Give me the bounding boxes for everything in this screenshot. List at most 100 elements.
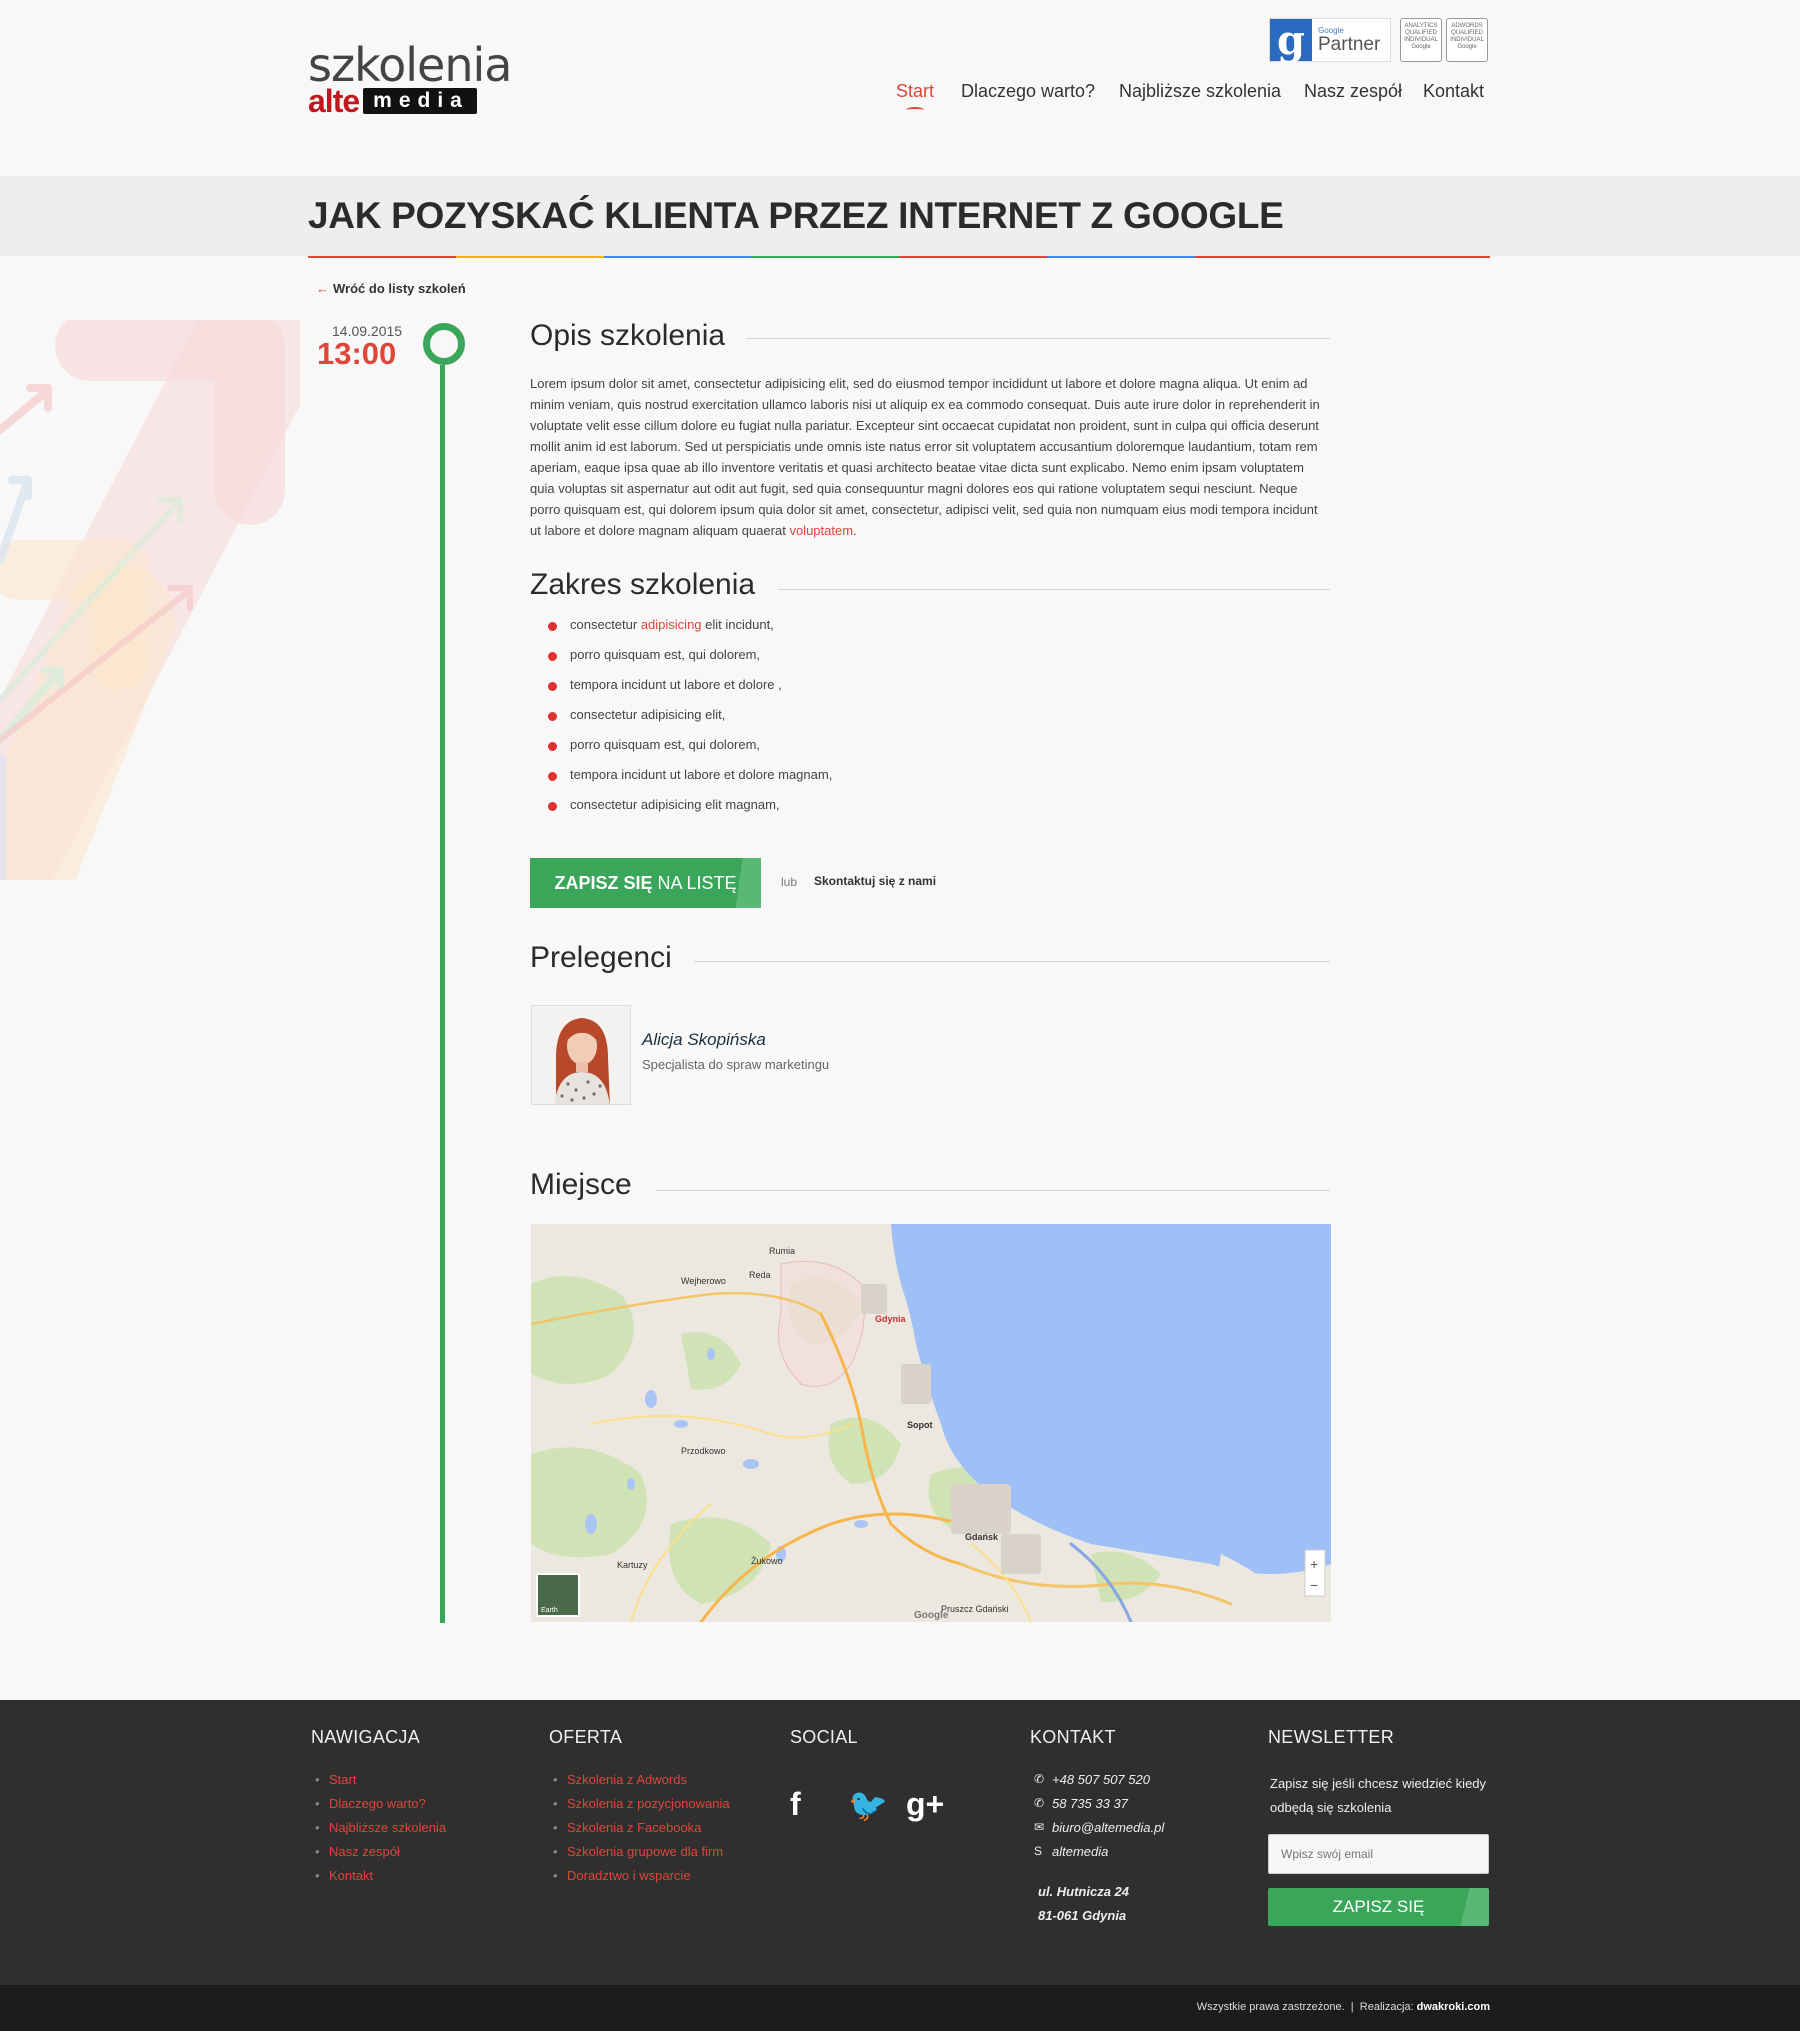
signup-button[interactable]: ZAPISZ SIĘ NA LISTĘ: [530, 858, 761, 908]
scope-item-text: consectetur: [570, 617, 641, 632]
footer-offer-link[interactable]: Szkolenia z Facebooka: [549, 1820, 730, 1844]
timeline-circle: [423, 323, 465, 365]
address-line-2: 81-061 Gdynia: [1038, 1908, 1127, 1923]
footer-contact-text: altemedia: [1052, 1844, 1109, 1859]
map-earth-label: Earth: [541, 1607, 558, 1614]
analytics-qualified-badge[interactable]: ANALYTICS QUALIFIED INDIVIDUAL Google: [1400, 18, 1442, 62]
footer-nav-link[interactable]: Nasz zespół: [311, 1844, 446, 1868]
footer-nav-link[interactable]: Kontakt: [311, 1868, 446, 1892]
footer-offer-column: OFERTA Szkolenia z AdwordsSzkolenia z po…: [549, 1727, 730, 1892]
address-line-1: ul. Hutnicza 24: [1038, 1884, 1130, 1899]
signup-button-rest: NA LISTĘ: [652, 873, 737, 893]
scope-item: tempora incidunt ut labore et dolore ,: [548, 674, 832, 704]
map-label-przodkowo: Przodkowo: [681, 1446, 726, 1456]
phone-icon: ✆: [1034, 1772, 1045, 1786]
map-zoom-out: −: [1310, 1577, 1318, 1593]
footer-offer-link[interactable]: Doradztwo i wsparcie: [549, 1868, 730, 1892]
twitter-icon[interactable]: 🐦: [848, 1786, 888, 1824]
page-title: JAK POZYSKAĆ KLIENTA PRZEZ INTERNET Z GO…: [308, 195, 1284, 236]
footer-offer-link[interactable]: Szkolenia z pozycjonowania: [549, 1796, 730, 1820]
section-divider: [778, 589, 1330, 590]
nav-dlaczego-warto[interactable]: Dlaczego warto?: [961, 81, 1095, 102]
footer-nav-list: StartDlaczego warto?Najbliższe szkolenia…: [311, 1772, 446, 1892]
footer-contact-item[interactable]: ✆ +48 507 507 520: [1030, 1772, 1164, 1796]
back-link-label: Wróć do listy szkoleń: [333, 281, 466, 296]
footer-offer-link[interactable]: Szkolenia z Adwords: [549, 1772, 730, 1796]
partner-badge-big: Partner: [1318, 33, 1381, 55]
description-end: .: [853, 523, 857, 538]
arrow-left-icon: ←: [316, 281, 329, 296]
newsletter-submit-button[interactable]: ZAPISZ SIĘ: [1268, 1888, 1489, 1926]
footer-nav-link[interactable]: Dlaczego warto?: [311, 1796, 446, 1820]
color-segment: [603, 256, 752, 258]
map-label-pruszcz: Pruszcz Gdański: [941, 1604, 1009, 1614]
footer-contact-item[interactable]: ✆ 58 735 33 37: [1030, 1796, 1164, 1820]
newsletter-description: Zapisz się jeśli chcesz wiedzieć kiedy o…: [1270, 1776, 1487, 1815]
facebook-icon[interactable]: f: [790, 1786, 818, 1824]
map-google-logo: Google: [914, 1610, 949, 1621]
copyright: Wszystkie prawa zastrzeżone. | Realizacj…: [1197, 2001, 1490, 2013]
footer-contact-item[interactable]: ✉ biuro@altemedia.pl: [1030, 1820, 1164, 1844]
separator: |: [1350, 2001, 1354, 2013]
footer-nav-link[interactable]: Start: [311, 1772, 446, 1796]
map-label-reda: Reda: [749, 1270, 771, 1280]
footer-contact-item[interactable]: Saltemedia: [1030, 1844, 1164, 1868]
event-time: 13:00: [317, 336, 397, 371]
section-divider: [656, 1190, 1330, 1191]
title-color-line: [308, 256, 1490, 258]
speaker-photo[interactable]: [531, 1005, 631, 1105]
map-label-gdynia: Gdynia: [875, 1314, 907, 1324]
adwords-qualified-badge[interactable]: ADWORDS QUALIFIED INDIVIDUAL Google: [1446, 18, 1488, 62]
or-label: lub: [781, 875, 798, 889]
map-label-zukowo: Żukowo: [751, 1556, 783, 1566]
map-canvas: Gdynia Sopot Gdańsk Rumia Reda Wejherowo…: [531, 1224, 1331, 1622]
nav-najblizsze-szkolenia[interactable]: Najbliższe szkolenia: [1119, 81, 1281, 102]
nav-kontakt[interactable]: Kontakt: [1423, 81, 1484, 102]
map-label-gdansk: Gdańsk: [965, 1532, 999, 1542]
back-to-list-link[interactable]: ← Wróć do listy szkoleń: [316, 281, 466, 296]
newsletter-submit-label: ZAPISZ SIĘ: [1332, 1897, 1425, 1916]
logo[interactable]: szkolenia alte media: [308, 42, 512, 118]
description-text: Lorem ipsum dolor sit amet, consectetur …: [530, 373, 1330, 541]
scope-item-text: consectetur adipisicing elit magnam,: [570, 797, 780, 812]
color-segment: [1194, 256, 1343, 258]
map-label-sopot: Sopot: [907, 1420, 933, 1430]
scope-item-text: tempora incidunt ut labore et dolore ,: [570, 677, 782, 692]
scope-item-text: consectetur adipisicing elit,: [570, 707, 726, 722]
decorative-arrows: [0, 320, 300, 880]
footer-newsletter-column: NEWSLETTER Zapisz się jeśli chcesz wiedz…: [1268, 1727, 1489, 1926]
author-link[interactable]: dwakroki.com: [1417, 2001, 1490, 2013]
footer-contact-text: +48 507 507 520: [1052, 1772, 1150, 1787]
bottom-bar: Wszystkie prawa zastrzeżone. | Realizacj…: [0, 1985, 1800, 2031]
contact-us-link[interactable]: Skontaktuj się z nami: [814, 874, 936, 888]
color-segment: [1046, 256, 1195, 258]
footer-nav-link[interactable]: Najbliższe szkolenia: [311, 1820, 446, 1844]
skype-icon: S: [1034, 1844, 1043, 1858]
nav-active-indicator: [906, 107, 924, 113]
social-icons: f 🐦 g+: [790, 1786, 944, 1824]
location-map[interactable]: Gdynia Sopot Gdańsk Rumia Reda Wejherowo…: [531, 1224, 1331, 1622]
timeline-line: [440, 365, 445, 1623]
button-shine: [1460, 1888, 1489, 1926]
speaker-name[interactable]: Alicja Skopińska: [642, 1030, 766, 1050]
footer-contact-column: KONTAKT ✆ +48 507 507 520 ✆ 58 735 33 37 ✉ bi…: [1030, 1727, 1164, 1928]
section-divider: [694, 961, 1330, 962]
section-title-description: Opis szkolenia: [530, 319, 726, 352]
google-partner-badge[interactable]: g Google Partner: [1269, 17, 1391, 64]
description-highlight[interactable]: voluptatem: [789, 523, 853, 538]
button-shine: [735, 858, 761, 908]
map-label-wejherowo: Wejherowo: [681, 1276, 726, 1286]
footer-offer-link[interactable]: Szkolenia grupowe dla firm: [549, 1844, 730, 1868]
newsletter-email-input[interactable]: [1268, 1834, 1489, 1874]
footer-nav-title: NAWIGACJA: [311, 1727, 421, 1747]
scope-item: consectetur adipisicing elit incidunt,: [548, 614, 832, 644]
footer-contact-title: KONTAKT: [1030, 1727, 1116, 1747]
speaker-portrait-image: [532, 1006, 630, 1104]
scope-item: consectetur adipisicing elit,: [548, 704, 832, 734]
nav-nasz-zespol[interactable]: Nasz zespół: [1304, 81, 1402, 102]
phone-icon: ✆: [1034, 1796, 1045, 1810]
scope-item-text: porro quisquam est, qui dolorem,: [570, 737, 761, 752]
nav-start[interactable]: Start: [896, 81, 934, 102]
footer-newsletter-title: NEWSLETTER: [1268, 1727, 1395, 1747]
google-plus-icon[interactable]: g+: [906, 1786, 944, 1824]
